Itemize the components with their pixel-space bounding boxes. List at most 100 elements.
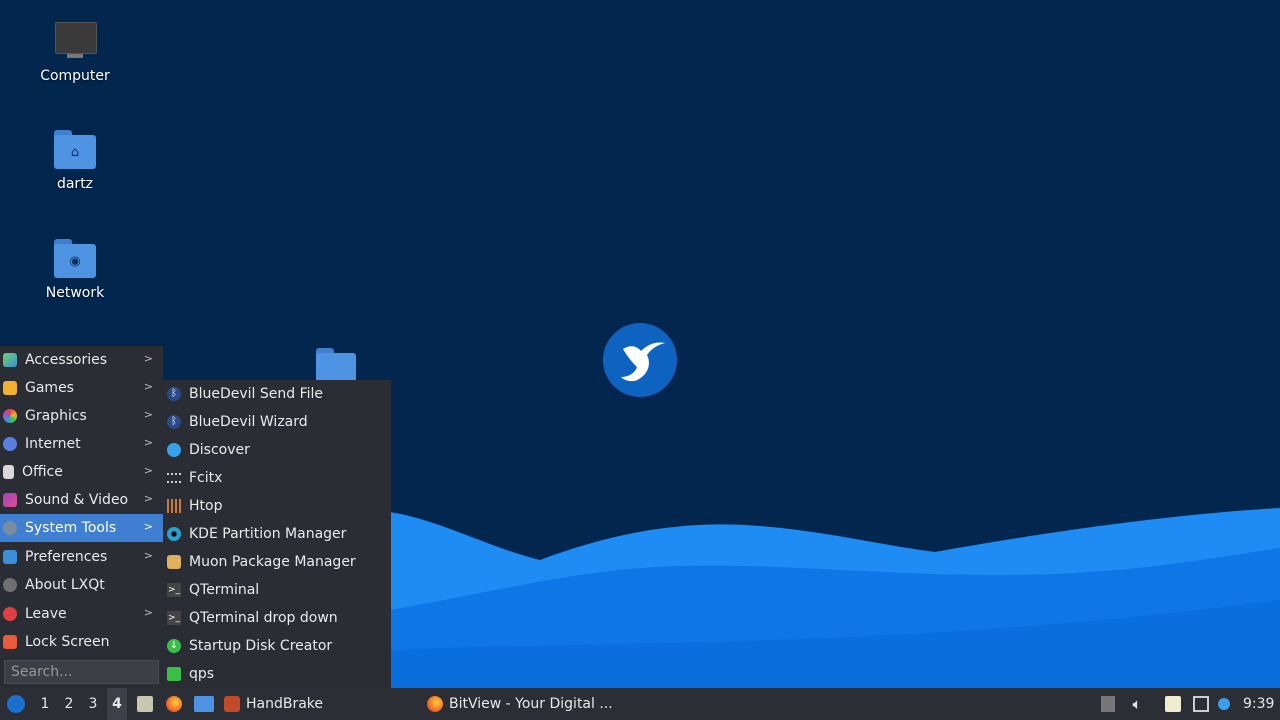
hummingbird-logo-icon	[603, 323, 677, 397]
chevron-right-icon: >	[143, 520, 153, 533]
desktop-switch-2[interactable]: 2	[59, 688, 79, 720]
desktop-switch-4[interactable]: 4	[107, 688, 127, 720]
desktop-icon-label: dartz	[56, 176, 94, 192]
office-icon	[3, 465, 14, 479]
chevron-right-icon: >	[143, 464, 153, 477]
menu-item-label: Graphics	[25, 408, 87, 424]
network-folder-icon: ◉	[54, 239, 96, 279]
task-label: HandBrake	[246, 696, 324, 712]
submenu-item-label: BlueDevil Send File	[189, 386, 324, 402]
bluetooth-icon: ᛒ	[167, 387, 181, 401]
menu-item-system-tools[interactable]: System Tools >	[0, 514, 163, 542]
menu-item-about[interactable]: About LXQt	[0, 571, 163, 599]
menu-item-sound-video[interactable]: Sound & Video >	[0, 486, 163, 514]
tray-expander[interactable]	[1099, 688, 1117, 720]
submenu-item-label: QTerminal	[189, 582, 260, 598]
chevron-right-icon: >	[143, 380, 153, 393]
submenu-item-label: BlueDevil Wizard	[189, 414, 308, 430]
home-folder-icon: ⌂	[54, 130, 96, 170]
network-button[interactable]	[1191, 688, 1211, 720]
submenu-item-kde-partition-manager[interactable]: KDE Partition Manager	[163, 520, 391, 548]
internet-icon	[3, 437, 17, 451]
qps-icon	[167, 667, 181, 681]
menu-item-label: Internet	[25, 436, 81, 452]
chevron-right-icon: >	[143, 408, 153, 421]
hummingbird-icon	[7, 695, 25, 713]
submenu-item-discover[interactable]: Discover	[163, 436, 391, 464]
submenu-item-label: qps	[189, 666, 215, 682]
submenu-item-qps[interactable]: qps	[163, 660, 391, 688]
task-bitview[interactable]: BitView - Your Digital ...	[427, 688, 647, 720]
submenu-item-qterminal[interactable]: >_ QTerminal	[163, 576, 391, 604]
submenu-item-label: Fcitx	[189, 470, 223, 486]
desktop-icon-home[interactable]: ⌂ dartz	[25, 130, 125, 192]
menu-item-internet[interactable]: Internet >	[0, 430, 163, 458]
submenu-item-label: Discover	[189, 442, 250, 458]
desktop-switch-1[interactable]: 1	[35, 688, 55, 720]
task-handbrake[interactable]: HandBrake	[224, 688, 414, 720]
menu-item-office[interactable]: Office >	[0, 458, 163, 486]
clipboard-button[interactable]	[1163, 688, 1183, 720]
chevron-right-icon: >	[143, 549, 153, 562]
menu-item-graphics[interactable]: Graphics >	[0, 402, 163, 430]
preferences-icon	[3, 550, 17, 564]
bluetooth-icon: ᛒ	[167, 415, 181, 429]
desktop-icon-label: Network	[45, 285, 105, 301]
submenu-item-muon-package-manager[interactable]: Muon Package Manager	[163, 548, 391, 576]
desktop-icon-network[interactable]: ◉ Network	[25, 239, 125, 301]
update-notifier[interactable]	[1217, 688, 1231, 720]
clock[interactable]: 9:39	[1243, 688, 1277, 720]
chevron-right-icon: >	[143, 492, 153, 505]
games-icon	[3, 381, 17, 395]
menu-item-label: Office	[22, 464, 63, 480]
submenu-item-label: QTerminal drop down	[189, 610, 338, 626]
accessories-icon	[3, 353, 17, 367]
submenu-item-bluedevil-wizard[interactable]: ᛒ BlueDevil Wizard	[163, 408, 391, 436]
chevron-right-icon: >	[143, 436, 153, 449]
submenu-item-label: Startup Disk Creator	[189, 638, 333, 654]
menu-item-label: Leave	[25, 606, 67, 622]
package-icon	[167, 555, 181, 569]
leave-icon	[3, 607, 17, 621]
show-desktop-icon	[137, 696, 153, 712]
menu-item-lock-screen[interactable]: Lock Screen	[0, 628, 163, 656]
submenu-item-bluedevil-send-file[interactable]: ᛒ BlueDevil Send File	[163, 380, 391, 408]
submenu-item-htop[interactable]: Htop	[163, 492, 391, 520]
folder-icon	[194, 696, 214, 712]
system-tools-icon	[3, 521, 17, 535]
handbrake-icon	[224, 696, 240, 712]
submenu-item-startup-disk-creator[interactable]: ↓ Startup Disk Creator	[163, 632, 391, 660]
discover-icon	[167, 443, 181, 457]
task-label: BitView - Your Digital ...	[449, 696, 613, 712]
graphics-icon	[3, 409, 17, 423]
menu-item-accessories[interactable]: Accessories >	[0, 346, 163, 374]
show-desktop-button[interactable]	[135, 688, 155, 720]
firefox-launcher[interactable]	[164, 688, 184, 720]
submenu-item-label: Muon Package Manager	[189, 554, 356, 570]
system-tools-submenu: ᛒ BlueDevil Send File ᛒ BlueDevil Wizard…	[163, 380, 391, 688]
startup-disk-icon: ↓	[167, 639, 181, 653]
desktop-switch-3[interactable]: 3	[83, 688, 103, 720]
chevron-right-icon: >	[143, 606, 153, 619]
network-icon	[1193, 696, 1209, 712]
terminal-icon: >_	[167, 611, 181, 625]
menu-item-label: Preferences	[25, 549, 108, 565]
submenu-item-label: KDE Partition Manager	[189, 526, 347, 542]
menu-search-input[interactable]: Search...	[4, 660, 159, 684]
submenu-item-qterminal-drop-down[interactable]: >_ QTerminal drop down	[163, 604, 391, 632]
file-manager-launcher[interactable]	[193, 688, 215, 720]
volume-button[interactable]: 🔈︎	[1127, 688, 1147, 720]
lock-icon	[3, 635, 17, 649]
sound-video-icon	[3, 493, 17, 507]
menu-item-label: About LXQt	[25, 577, 105, 593]
desktop-icon-computer[interactable]: Computer	[25, 22, 125, 84]
firefox-icon	[427, 696, 443, 712]
menu-item-label: Accessories	[25, 352, 108, 368]
main-menu-button[interactable]	[4, 688, 28, 720]
menu-item-games[interactable]: Games >	[0, 374, 163, 402]
submenu-item-fcitx[interactable]: Fcitx	[163, 464, 391, 492]
menu-item-preferences[interactable]: Preferences >	[0, 543, 163, 571]
application-menu: Accessories > Games > Graphics > Interne…	[0, 346, 163, 688]
menu-item-leave[interactable]: Leave >	[0, 600, 163, 628]
clipboard-icon	[1165, 696, 1181, 712]
